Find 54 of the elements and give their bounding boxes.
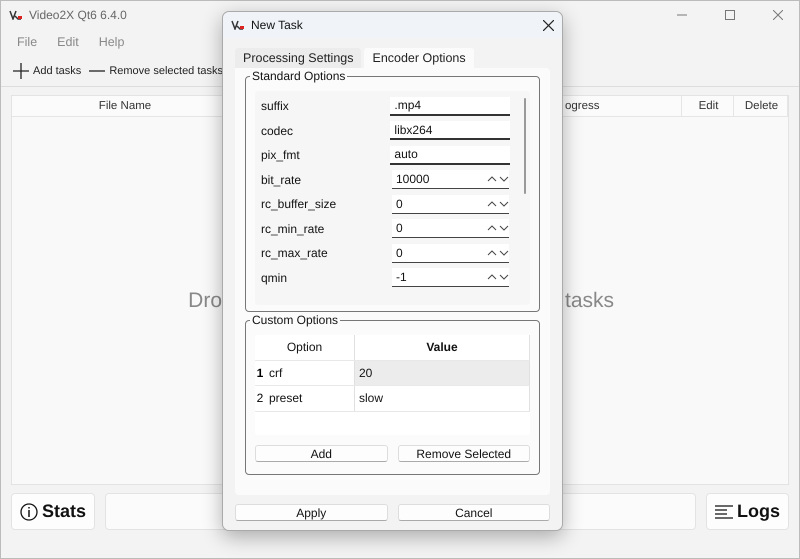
minus-icon [89, 70, 106, 72]
group-title: Standard Options [250, 69, 348, 83]
option-label: pix_fmt [261, 148, 301, 162]
window-title: Video2X Qt6 6.4.0 [29, 8, 128, 22]
logs-button[interactable]: Logs [706, 493, 789, 530]
row-number: 1 [256, 364, 264, 382]
scrollbar-thumb[interactable] [524, 98, 526, 194]
stats-button[interactable]: Stats [11, 493, 96, 530]
drop-hint-text: tasks [565, 288, 614, 312]
tab[interactable]: Encoder Options [364, 48, 474, 68]
table-cell[interactable]: 20 [355, 360, 530, 385]
dialog-title: New Task [251, 18, 304, 32]
app-logo-icon [231, 20, 245, 30]
drop-hint-text: Dro [187, 288, 222, 312]
spin-box[interactable]: 10000 [392, 170, 509, 190]
apply-button[interactable]: Apply [235, 504, 388, 521]
option-label: codec [261, 124, 294, 138]
close-icon[interactable] [543, 20, 554, 30]
remove-selected-button[interactable]: Remove Selected [398, 445, 530, 462]
remove-tasks-button[interactable]: Remove selected tasks [89, 64, 224, 76]
spin-box[interactable]: 0 [392, 244, 509, 263]
app-logo-icon [9, 10, 23, 20]
group-title: Custom Options [250, 313, 340, 327]
table-cell[interactable]: preset [265, 386, 355, 410]
column-header: Edit [682, 96, 734, 116]
spin-arrows-icon[interactable] [487, 273, 509, 282]
plus-icon [13, 62, 29, 78]
list-icon [715, 504, 733, 518]
table-cell[interactable]: slow [355, 386, 530, 410]
column-header: Value [355, 335, 530, 360]
spin-arrows-icon[interactable] [487, 224, 509, 232]
spin-box[interactable]: -1 [392, 268, 509, 288]
spin-arrows-icon[interactable] [487, 175, 509, 184]
option-label: rc_min_rate [261, 222, 326, 236]
row-number: 2 [256, 390, 264, 408]
spin-arrows-icon[interactable] [487, 248, 509, 257]
cancel-button[interactable]: Cancel [398, 504, 550, 521]
option-label: rc_buffer_size [261, 197, 338, 212]
info-icon [20, 502, 38, 520]
option-label: suffix [261, 99, 290, 114]
add-tasks-button[interactable]: Add tasks [13, 62, 82, 78]
spin-box[interactable]: 0 [392, 194, 509, 214]
text-field[interactable]: auto [390, 146, 510, 165]
spin-box[interactable]: 0 [392, 219, 509, 238]
text-field[interactable]: .mp4 [390, 96, 510, 116]
option-label: qmin [261, 270, 288, 285]
text-field[interactable]: libx264 [390, 121, 510, 140]
column-header: Delete [734, 96, 788, 116]
column-header: Option [255, 335, 355, 360]
spin-arrows-icon[interactable] [487, 200, 509, 208]
tab[interactable]: Processing Settings [235, 48, 362, 68]
option-label: rc_max_rate [261, 246, 329, 260]
option-label: bit_rate [261, 172, 302, 187]
add-button[interactable]: Add [255, 445, 388, 462]
